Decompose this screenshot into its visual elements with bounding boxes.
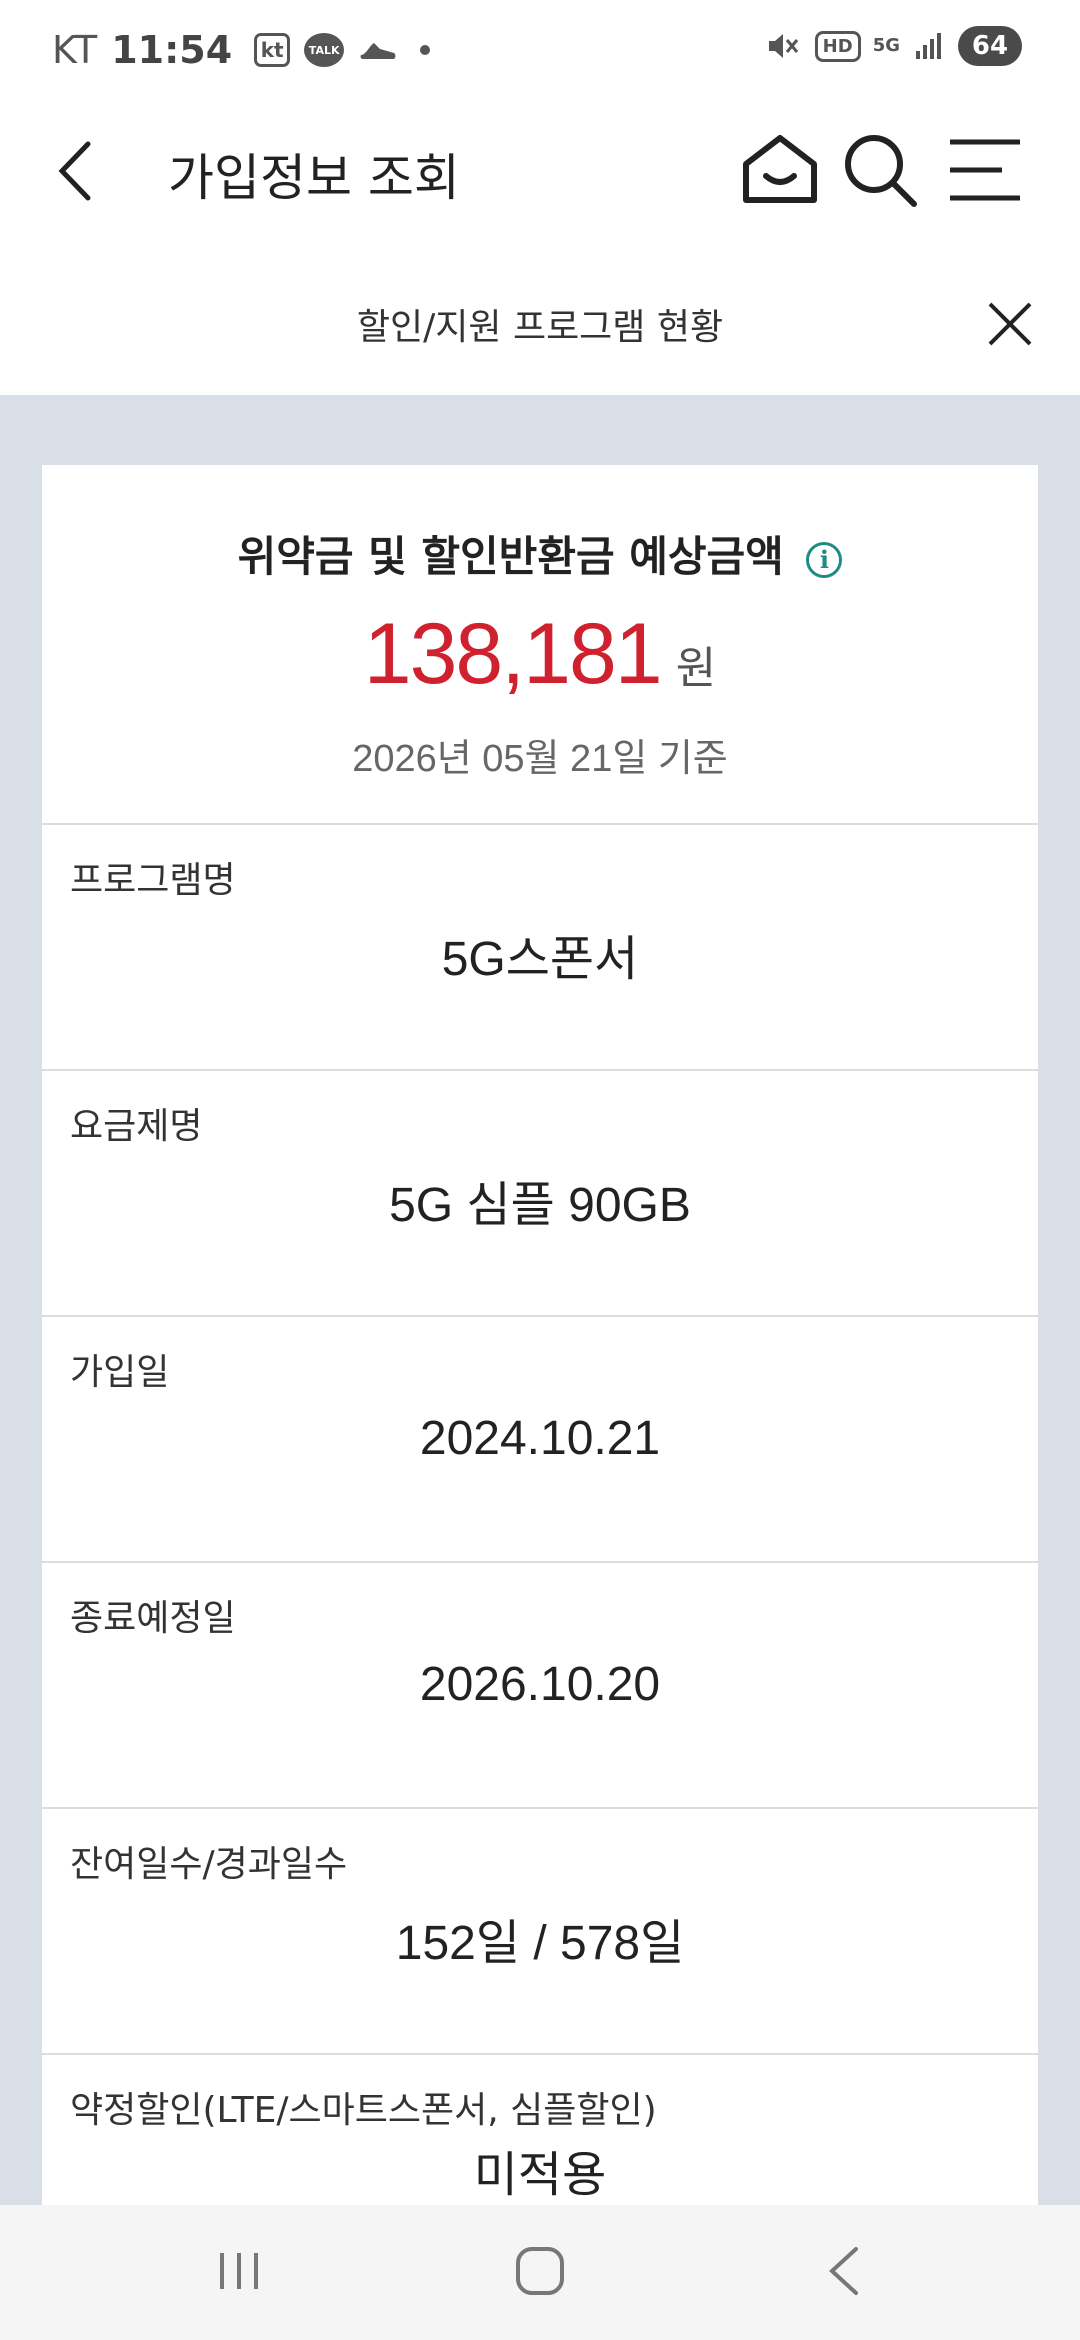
home-icon[interactable] <box>740 130 820 210</box>
row-label: 종료예정일 <box>70 1598 236 1639</box>
row-label: 약정할인(LTE/스마트스폰서, 심플할인) <box>70 2090 657 2131</box>
status-right: HD 5G 64 <box>765 26 1022 66</box>
back-arrow-icon[interactable] <box>46 136 106 206</box>
row-value: 152일 / 578일 <box>395 1917 685 1970</box>
system-nav-bar <box>0 2205 1080 2340</box>
info-row-end-date: 종료예정일 2026.10.20 <box>42 1563 1038 1809</box>
status-bar: KT 11:54 kt TALK HD 5G 64 <box>0 0 1080 100</box>
kt-app-icon: kt <box>254 33 291 67</box>
row-value: 2026.10.20 <box>419 1658 661 1711</box>
sub-header: 할인/지원 프로그램 현황 <box>0 240 1080 395</box>
basis-date: 2026년 05월 21일 기준 <box>352 738 728 780</box>
clock: 11:54 <box>111 28 233 72</box>
summary-title-text: 위약금 및 할인반환금 예상금액 <box>237 532 784 581</box>
signal-icon <box>914 31 944 61</box>
page-title: 가입정보 조회 <box>168 149 460 207</box>
kakaotalk-icon: TALK <box>304 33 345 67</box>
system-back-icon[interactable] <box>822 2243 866 2299</box>
recent-apps-icon[interactable] <box>214 2247 264 2295</box>
row-label: 요금제명 <box>70 1106 203 1147</box>
carrier-label: KT <box>52 28 98 72</box>
battery-indicator: 64 <box>958 26 1022 66</box>
row-label: 프로그램명 <box>70 860 236 901</box>
info-row-program: 프로그램명 5G스폰서 <box>42 825 1038 1071</box>
penalty-amount: 138,181 <box>363 606 663 702</box>
summary-title: 위약금 및 할인반환금 예상금액 i <box>42 523 1038 584</box>
row-value: 미적용 <box>473 2149 607 2202</box>
mute-icon <box>765 29 801 63</box>
program-info-card: 위약금 및 할인반환금 예상금액 i 138,181 원 2026년 05월 2… <box>42 465 1038 2225</box>
row-value: 5G스폰서 <box>441 933 639 986</box>
info-row-days: 잔여일수/경과일수 152일 / 578일 <box>42 1809 1038 2055</box>
row-label: 잔여일수/경과일수 <box>70 1844 348 1885</box>
currency-unit: 원 <box>675 643 717 694</box>
close-icon[interactable] <box>982 296 1038 352</box>
row-label: 가입일 <box>70 1352 170 1393</box>
info-row-join-date: 가입일 2024.10.21 <box>42 1317 1038 1563</box>
app-header: 가입정보 조회 <box>0 100 1080 240</box>
row-value: 5G 심플 90GB <box>389 1179 691 1232</box>
info-icon[interactable]: i <box>806 541 843 578</box>
notification-dot <box>420 45 431 55</box>
hd-voice-badge: HD <box>814 30 861 62</box>
amount-row: 138,181 원 <box>42 605 1038 704</box>
search-icon[interactable] <box>840 130 920 210</box>
row-value: 2024.10.21 <box>419 1412 661 1465</box>
shoe-icon <box>358 35 398 65</box>
info-row-plan: 요금제명 5G 심플 90GB <box>42 1071 1038 1317</box>
menu-icon[interactable] <box>944 134 1024 206</box>
penalty-summary: 위약금 및 할인반환금 예상금액 i 138,181 원 2026년 05월 2… <box>42 465 1038 825</box>
home-button-icon[interactable] <box>514 2245 566 2297</box>
section-title: 할인/지원 프로그램 현황 <box>356 307 724 348</box>
network-5g-badge: 5G <box>872 35 900 56</box>
